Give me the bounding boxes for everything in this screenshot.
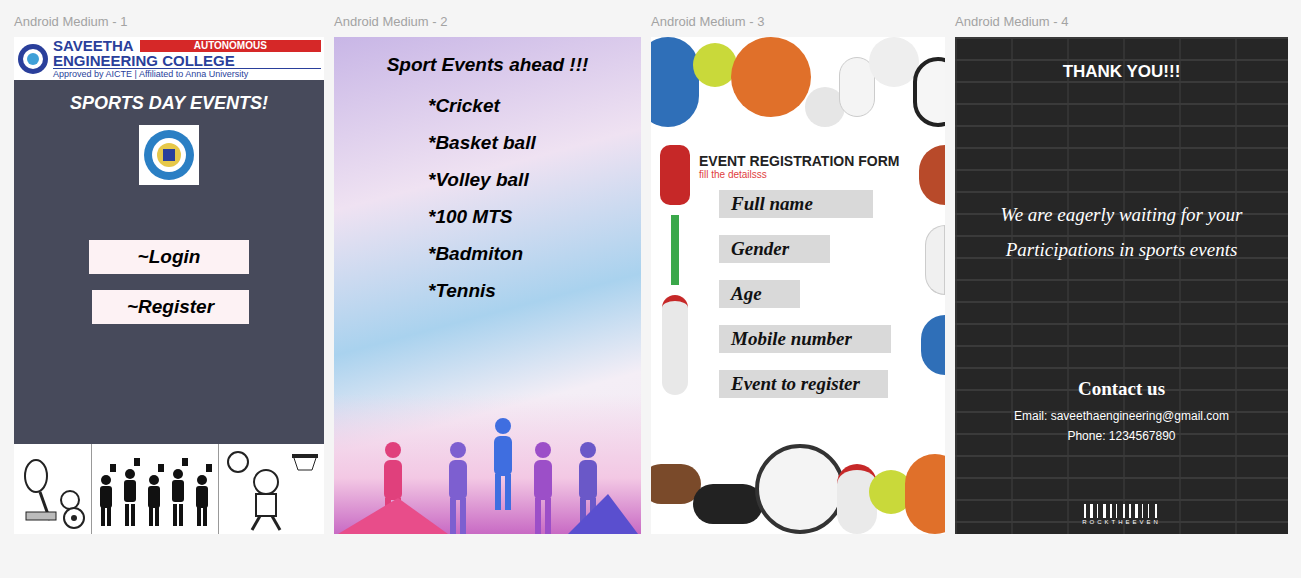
- form-subtitle: fill the detailsss: [699, 169, 915, 180]
- barcode: ROCKTHEEVEN: [1082, 504, 1161, 526]
- events-list: *Cricket *Basket ball *Volley ball *100 MTS…: [334, 92, 641, 304]
- frame[interactable]: Android Medium - 4 THANK YOU!!! We are eag…: [955, 14, 1288, 534]
- frame[interactable]: Android Medium - 3 EVENT REGISTRATION FOR…: [651, 14, 945, 534]
- contact-phone: Phone: 1234567890: [1067, 429, 1175, 443]
- frame-label: Android Medium - 4: [955, 14, 1288, 34]
- equipment-icon: [18, 454, 88, 530]
- sports-balls-bottom: [651, 434, 945, 534]
- form-title: EVENT REGISTRATION FORM: [699, 153, 915, 169]
- runners-icon: [338, 398, 638, 534]
- sports-balls-top: [651, 37, 945, 145]
- form-field[interactable]: Event to register: [719, 370, 888, 398]
- event-item: *Cricket: [428, 92, 641, 119]
- college-logo-icon: [17, 43, 49, 75]
- baseball: [869, 37, 919, 87]
- thank-you-message: We are eagerly waiting for yourParticipa…: [1001, 197, 1243, 267]
- registration-form: EVENT REGISTRATION FORMfill the detailss…: [699, 145, 915, 434]
- barcode-text: ROCKTHEEVEN: [1082, 518, 1161, 526]
- register-button[interactable]: ~Register: [92, 290, 249, 324]
- message-line: We are eagerly waiting for your: [1001, 197, 1243, 232]
- bowling-ball: [651, 37, 699, 127]
- design-canvas: Android Medium - 1 SAVEETHA AUTONOMOUSENGI…: [0, 0, 1301, 578]
- sports-equipment-image: [14, 444, 92, 534]
- screen-3: EVENT REGISTRATION FORMfill the detailss…: [651, 37, 945, 534]
- event-item: *Basket ball: [428, 129, 641, 156]
- college-name: SAVEETHA: [53, 38, 134, 53]
- autonomous-badge: AUTONOMOUS: [140, 40, 321, 52]
- college-subname: ENGINEERING COLLEGE: [53, 53, 321, 68]
- sports-day-title: SPORTS DAY EVENTS!: [70, 90, 268, 117]
- thank-you-title: THANK YOU!!!: [1063, 62, 1181, 82]
- contact-title: Contact us: [1078, 377, 1165, 401]
- trophy-silhouettes-image: [92, 444, 219, 534]
- screen-2: Sport Events ahead !!! *Cricket *Basket ba…: [334, 37, 641, 534]
- barcode-icon: [1084, 504, 1160, 518]
- events-title: Sport Events ahead !!!: [334, 37, 641, 80]
- affiliation: Approved by AICTE | Affiliated to Anna U…: [53, 68, 321, 79]
- college-banner: SAVEETHA AUTONOMOUSENGINEERING COLLEGEApp…: [14, 37, 324, 80]
- contact-email: Email: saveethaengineering@gmail.com: [1014, 409, 1229, 423]
- frame-label: Android Medium - 2: [334, 14, 641, 34]
- form-field[interactable]: Age: [719, 280, 800, 308]
- screen-1: SAVEETHA AUTONOMOUSENGINEERING COLLEGEApp…: [14, 37, 324, 534]
- form-field[interactable]: Mobile number: [719, 325, 891, 353]
- frame[interactable]: Android Medium - 1 SAVEETHA AUTONOMOUSENGI…: [14, 14, 324, 534]
- basketball-cartoon-image: [219, 444, 324, 534]
- basketball: [905, 454, 945, 534]
- soccer-ball: [913, 57, 945, 127]
- soccer-ball: [755, 444, 845, 534]
- event-item: *100 MTS: [428, 203, 641, 230]
- screen-4: THANK YOU!!! We are eagerly waiting for y…: [955, 37, 1288, 534]
- emblem-icon: [143, 129, 195, 181]
- sports-image-strip: [14, 444, 324, 534]
- event-item: *Tennis: [428, 277, 641, 304]
- side-decorations-left: [651, 145, 699, 434]
- side-decorations-right: [915, 145, 945, 434]
- message-line: Participations in sports events: [1006, 232, 1238, 267]
- login-button[interactable]: ~Login: [89, 240, 249, 274]
- runners-illustration: [334, 394, 641, 534]
- hockey-puck: [693, 484, 763, 524]
- basketball-player-icon: [222, 448, 322, 532]
- basketball: [731, 37, 811, 117]
- frame-label: Android Medium - 3: [651, 14, 945, 34]
- form-field[interactable]: Full name: [719, 190, 873, 218]
- frame[interactable]: Android Medium - 2 Sport Events ahead !!!…: [334, 14, 641, 534]
- silhouettes-icon: [96, 452, 214, 528]
- college-emblem: [139, 125, 199, 185]
- event-item: *Badmiton: [428, 240, 641, 267]
- event-item: *Volley ball: [428, 166, 641, 193]
- form-field[interactable]: Gender: [719, 235, 830, 263]
- frame-label: Android Medium - 1: [14, 14, 324, 34]
